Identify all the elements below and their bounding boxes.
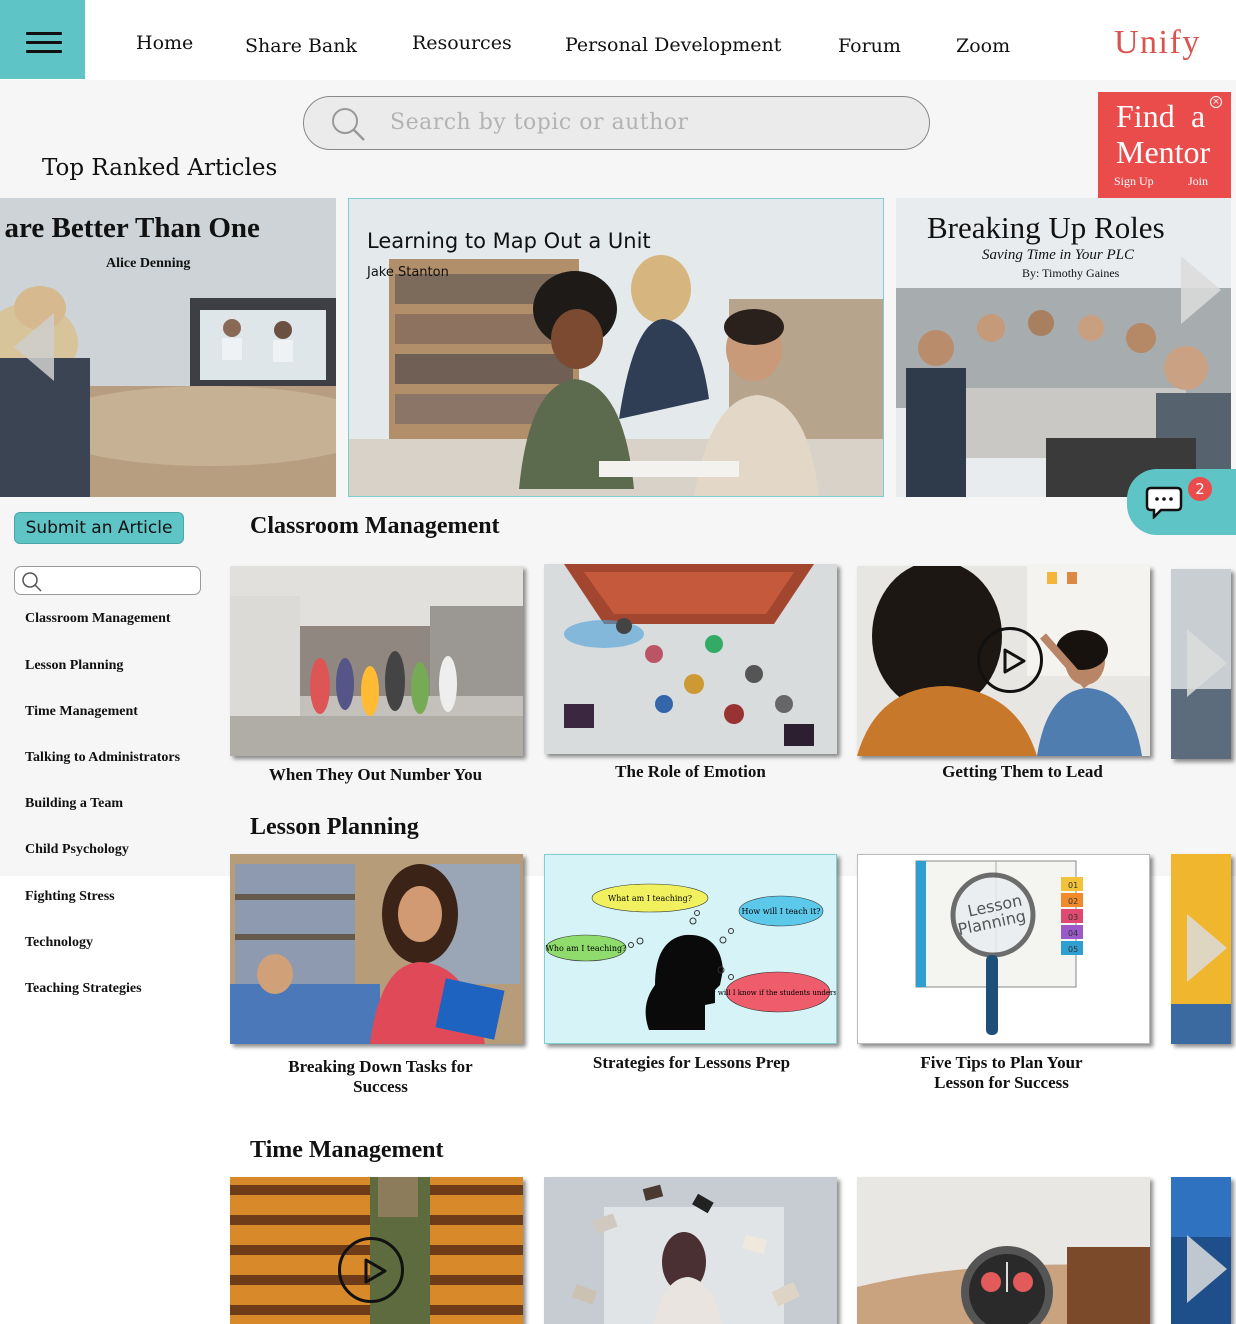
top-ranked-heading: Top Ranked Articles (42, 155, 278, 181)
hero-article-center[interactable]: Learning to Map Out a Unit Jake Stanton (348, 198, 884, 497)
book-tab: 04 (1068, 929, 1078, 938)
search-placeholder: Search by topic or author (390, 110, 689, 135)
book-tab: 05 (1068, 945, 1078, 954)
lesson-planning-heading: Lesson Planning (250, 814, 419, 840)
close-icon[interactable]: × (1210, 96, 1222, 108)
play-icon (1003, 648, 1026, 674)
chat-widget[interactable]: 2 (1127, 469, 1236, 535)
carousel-next-arrow[interactable] (1187, 914, 1227, 982)
article-thumbnail[interactable] (230, 566, 523, 756)
article-thumbnail[interactable] (1171, 854, 1231, 1044)
nav-home[interactable]: Home (136, 32, 193, 54)
hamburger-line (26, 50, 62, 53)
nav-resources[interactable]: Resources (412, 32, 512, 54)
sidebar-item-time-management[interactable]: Time Management (25, 704, 138, 720)
hallway-students-image (230, 566, 523, 756)
book-tab: 02 (1068, 897, 1078, 906)
chat-notification-badge: 2 (1188, 477, 1212, 501)
flying-books-image (544, 1177, 837, 1324)
brand-logo[interactable]: Unify (1114, 24, 1201, 62)
article-thumbnail[interactable] (230, 854, 523, 1044)
article-thumbnail[interactable] (544, 1177, 837, 1324)
sidebar-item-child-psychology[interactable]: Child Psychology (25, 842, 129, 858)
mentor-title-word2: a (1191, 98, 1206, 134)
hamburger-line (26, 32, 62, 35)
article-caption[interactable]: The Role of Emotion (544, 762, 837, 782)
hero-left-author: Alice Denning (106, 256, 191, 271)
chat-bubble-icon (1145, 486, 1183, 519)
search-icon (22, 572, 42, 592)
classroom-management-heading: Classroom Management (250, 513, 500, 539)
mentor-title-word3: Mentor (1116, 134, 1211, 170)
article-caption[interactable]: Breaking Down Tasks for Success (234, 1057, 527, 1097)
play-video-button[interactable] (338, 1237, 404, 1303)
mindmap-question: How will I teach it? (742, 907, 821, 916)
sidebar-item-fighting-stress[interactable]: Fighting Stress (25, 889, 115, 905)
lesson-mindmap-image: What am I teaching? How will I teach it?… (545, 855, 837, 1043)
mindmap-question: Who am I teaching? (546, 944, 627, 953)
hero-article-left[interactable]: s are Better Than One Alice Denning (0, 198, 336, 497)
lesson-planning-book-image: 01 02 03 04 05 Lesson Planning (858, 855, 1149, 1043)
sidebar-item-lesson-planning[interactable]: Lesson Planning (25, 658, 123, 674)
article-thumbnail[interactable] (544, 564, 837, 754)
play-icon (364, 1258, 387, 1284)
sidebar-item-teaching-strategies[interactable]: Teaching Strategies (25, 981, 142, 997)
sidebar-search-input[interactable] (14, 566, 201, 595)
submit-article-button[interactable]: Submit an Article (14, 512, 184, 544)
article-caption[interactable]: Getting Them to Lead (876, 762, 1169, 782)
wristwatch-image (857, 1177, 1150, 1324)
sidebar-item-classroom-management[interactable]: Classroom Management (25, 611, 171, 627)
hero-center-author: Jake Stanton (367, 265, 449, 280)
article-caption[interactable]: Five Tips to Plan Your Lesson for Succes… (855, 1053, 1148, 1093)
search-input[interactable]: Search by topic or author (303, 96, 930, 150)
hero-center-title: Learning to Map Out a Unit (367, 229, 651, 253)
top-navigation-bar: Home Share Bank Resources Personal Devel… (0, 0, 1236, 80)
book-tab: 01 (1068, 881, 1078, 890)
carousel-next-arrow[interactable] (1187, 1235, 1227, 1303)
nav-forum[interactable]: Forum (838, 35, 901, 57)
article-thumbnail[interactable] (1171, 1177, 1231, 1324)
sidebar-item-technology[interactable]: Technology (25, 935, 93, 951)
find-a-mentor-banner[interactable]: Find a Mentor Sign Up Join × (1098, 92, 1231, 200)
article-thumbnail[interactable] (857, 566, 1150, 756)
menu-button[interactable] (0, 0, 85, 79)
play-video-button[interactable] (977, 627, 1043, 693)
nav-share-bank[interactable]: Share Bank (245, 35, 357, 57)
mindmap-question: How will I know if the students understa… (699, 989, 837, 997)
hero-right-title: Breaking Up Roles (927, 210, 1165, 245)
article-thumbnail[interactable]: 01 02 03 04 05 Lesson Planning (857, 854, 1150, 1044)
article-thumbnail[interactable] (857, 1177, 1150, 1324)
students-on-floor-image (544, 564, 837, 754)
carousel-next-arrow[interactable] (1181, 256, 1221, 324)
article-thumbnail[interactable] (1171, 569, 1231, 759)
mentor-join-link[interactable]: Join (1188, 174, 1208, 189)
time-management-heading: Time Management (250, 1137, 444, 1163)
nav-personal-development[interactable]: Personal Development (565, 34, 781, 56)
hero-article-right[interactable]: Breaking Up Roles Saving Time in Your PL… (896, 198, 1231, 497)
sidebar-item-building-a-team[interactable]: Building a Team (25, 796, 123, 812)
hero-left-title: s are Better Than One (0, 212, 260, 244)
hero-right-byline: By: Timothy Gaines (1022, 266, 1120, 280)
carousel-next-arrow[interactable] (1187, 629, 1227, 697)
mentor-sign-up-link[interactable]: Sign Up (1114, 174, 1154, 189)
article-thumbnail[interactable] (230, 1177, 523, 1324)
sidebar-item-talking-to-administrators[interactable]: Talking to Administrators (25, 750, 180, 766)
article-caption[interactable]: When They Out Number You (229, 765, 522, 785)
carousel-prev-arrow[interactable] (14, 313, 54, 381)
article-thumbnail[interactable]: What am I teaching? How will I teach it?… (544, 854, 837, 1044)
hamburger-line (26, 41, 62, 44)
student-with-books-image (230, 854, 523, 1044)
article-caption[interactable]: Strategies for Lessons Prep (545, 1053, 838, 1073)
mentor-title-word1: Find (1116, 98, 1175, 134)
hero-right-subtitle: Saving Time in Your PLC (982, 247, 1134, 263)
book-tab: 03 (1068, 913, 1078, 922)
mindmap-question: What am I teaching? (608, 894, 692, 903)
search-icon (332, 108, 365, 141)
nav-zoom[interactable]: Zoom (956, 35, 1010, 57)
